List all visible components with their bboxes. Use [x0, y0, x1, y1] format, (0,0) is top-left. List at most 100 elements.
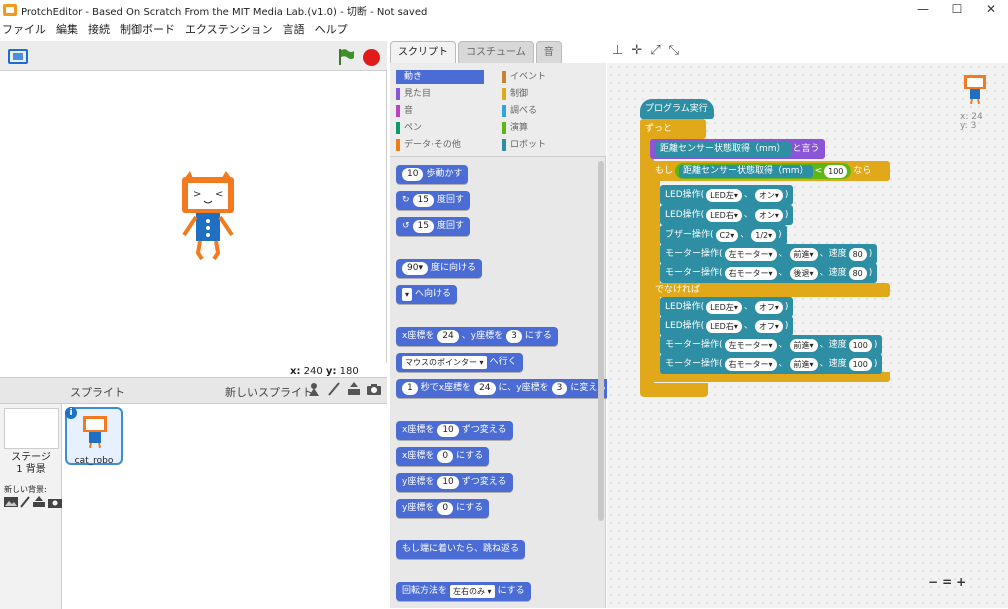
info-icon[interactable]: i	[65, 407, 77, 419]
block-rotation-style[interactable]: 回転方法を 左右のみ ▾ にする	[396, 582, 531, 601]
block-goto-xy[interactable]: x座標を 24 、y座標を 3 にする	[396, 327, 558, 346]
cat-robo-thumb-icon	[83, 416, 107, 449]
block-move-steps[interactable]: 10 歩動かす	[396, 165, 469, 184]
title-bar: ProtchEditor - Based On Scratch From the…	[0, 0, 1008, 20]
block-led-off-right[interactable]: LED操作(LED右▾、オフ▾)	[660, 316, 794, 336]
duplicate-icon[interactable]: ⊥	[612, 43, 623, 58]
grow-icon[interactable]: ⤢	[650, 43, 660, 58]
category-control[interactable]: 制御	[502, 87, 528, 101]
stage-canvas[interactable]: > <	[0, 71, 387, 363]
bg-library-icon[interactable]	[4, 496, 18, 508]
block-set-y[interactable]: y座標を 0 にする	[396, 499, 490, 518]
reporter-distance-sensor[interactable]: 距離センサー状態取得（mm）	[655, 141, 791, 157]
sprite-library-icon[interactable]	[306, 381, 322, 397]
reporter-distance-sensor-2[interactable]: 距離センサー状態取得（mm）	[679, 164, 813, 178]
new-bg-label: 新しい背景:	[4, 485, 47, 494]
block-motor-right-100[interactable]: モーター操作(右モーター▾、前進▾ 、速度 100)	[660, 354, 883, 374]
block-led-off-left[interactable]: LED操作(LED左▾、オフ▾)	[660, 297, 794, 317]
block-glide[interactable]: 1 秒でx座標を 24 に、y座標を 3 に変える	[396, 379, 613, 398]
block-change-y[interactable]: y座標を 10 ずつ変える	[396, 473, 513, 492]
block-say[interactable]: 距離センサー状態取得（mm） と言う	[650, 139, 825, 159]
block-less-than[interactable]: 距離センサー状態取得（mm） < 100	[675, 163, 852, 179]
menu-language[interactable]: 言語	[283, 21, 305, 37]
sprite-name: cat_robo	[74, 456, 114, 466]
palette-scrollbar[interactable]	[598, 161, 604, 521]
shrink-icon[interactable]: ⤡	[669, 43, 679, 58]
close-button[interactable]: ✕	[974, 0, 1008, 20]
category-looks[interactable]: 見た目	[396, 87, 431, 101]
delete-icon[interactable]: ✛	[631, 43, 642, 58]
category-motion[interactable]: 動き	[396, 70, 484, 84]
zoom-out-icon[interactable]: −	[928, 575, 938, 589]
block-buzzer[interactable]: ブザー操作(C2▾、 1/2▾)	[660, 225, 787, 245]
stage-selector[interactable]: ステージ 1 背景 新しい背景:	[0, 404, 62, 609]
block-turn-right[interactable]: ↻ 15 度回す	[396, 191, 471, 210]
menu-extension[interactable]: エクステンション	[185, 21, 273, 37]
menu-help[interactable]: ヘルプ	[315, 21, 348, 37]
menu-connect[interactable]: 接続	[88, 21, 110, 37]
tab-costumes[interactable]: コスチューム	[458, 41, 534, 63]
block-led-on-left[interactable]: LED操作(LED左▾、オン▾)	[660, 185, 794, 205]
stage-toolbar	[0, 41, 387, 71]
block-motor-left-100[interactable]: モーター操作(左モーター▾、前進▾ 、速度 100)	[660, 335, 883, 355]
block-led-on-right[interactable]: LED操作(LED右▾、オン▾)	[660, 205, 794, 225]
cursor-tools: ⊥ ✛ ⤢ ⤡	[612, 43, 679, 58]
sprite-coords: x: 24 y: 3	[960, 112, 983, 131]
paint-bg-icon[interactable]	[20, 496, 30, 508]
maximize-button[interactable]: ☐	[940, 0, 974, 20]
script-area[interactable]: プログラム実行 ずっと 距離センサー状態取得（mm） と言う もし 距離センサー…	[607, 63, 1008, 608]
block-motor-right-back[interactable]: モーター操作(右モーター▾、後退▾ 、速度 80)	[660, 263, 878, 283]
upload-sprite-icon[interactable]	[346, 381, 362, 397]
stage-thumbnail[interactable]	[4, 408, 59, 449]
block-point-towards[interactable]: ▾ へ向ける	[396, 285, 458, 304]
menu-file[interactable]: ファイル	[2, 21, 46, 37]
cat-robo-sprite[interactable]: > <	[176, 171, 246, 263]
block-set-x[interactable]: x座標を 0 にする	[396, 447, 490, 466]
tab-sounds[interactable]: 音	[535, 41, 562, 63]
menu-control-board[interactable]: 制御ボード	[120, 21, 175, 37]
category-pen[interactable]: ペン	[396, 121, 422, 135]
category-events[interactable]: イベント	[502, 70, 546, 84]
block-point-direction[interactable]: 90▾ 度に向ける	[396, 259, 482, 278]
block-program-start[interactable]: プログラム実行	[640, 99, 714, 119]
turn-left-icon: ↺	[402, 221, 410, 231]
category-data[interactable]: データ·その他	[396, 138, 461, 152]
camera-bg-icon[interactable]	[48, 496, 62, 508]
block-else-label: でなければ	[650, 283, 890, 297]
stage-label: ステージ	[11, 452, 51, 463]
category-robot[interactable]: ロボット	[502, 138, 546, 152]
upload-bg-icon[interactable]	[32, 496, 46, 508]
menu-edit[interactable]: 編集	[56, 21, 78, 37]
block-forever[interactable]: ずっと	[640, 119, 706, 139]
sprite-panel: スプライト 新しいスプライト: ステージ 1 背景 新しい背景: i cat_r…	[0, 377, 387, 609]
fullscreen-icon[interactable]	[8, 49, 28, 64]
turn-right-icon: ↻	[402, 195, 410, 205]
sprites-header: スプライト	[70, 386, 125, 399]
zoom-reset-icon[interactable]: =	[942, 575, 952, 589]
block-palette: 動き イベント 見た目 制御 音 調べる ペン 演算 データ·その他 ロボット …	[390, 63, 613, 608]
block-change-x[interactable]: x座標を 10 ずつ変える	[396, 421, 513, 440]
block-goto[interactable]: マウスのポインター ▾ へ行く	[396, 353, 523, 372]
paint-sprite-icon[interactable]	[326, 381, 342, 397]
stop-icon[interactable]	[363, 49, 380, 66]
block-turn-left[interactable]: ↺ 15 度回す	[396, 217, 471, 236]
block-motor-left-forward[interactable]: モーター操作(左モーター▾、前進▾ 、速度 80)	[660, 244, 878, 264]
window-title: ProtchEditor - Based On Scratch From the…	[21, 6, 428, 18]
block-if-else[interactable]: もし 距離センサー状態取得（mm） < 100 なら	[650, 161, 890, 181]
green-flag-icon[interactable]	[336, 47, 356, 67]
menu-bar: ファイル 編集 接続 制御ボード エクステンション 言語 ヘルプ	[0, 20, 1008, 38]
category-operators[interactable]: 演算	[502, 121, 528, 135]
block-bounce[interactable]: もし端に着いたら、跳ね返る	[396, 540, 526, 559]
category-list: 動き イベント 見た目 制御 音 調べる ペン 演算 データ·その他 ロボット	[390, 63, 606, 157]
camera-sprite-icon[interactable]	[366, 381, 382, 397]
zoom-in-icon[interactable]: +	[956, 575, 966, 589]
category-sensing[interactable]: 調べる	[502, 104, 537, 118]
category-sound[interactable]: 音	[396, 104, 413, 118]
svg-text:>: >	[193, 189, 201, 200]
forever-bottom	[640, 383, 708, 397]
svg-text:<: <	[215, 189, 223, 200]
minimize-button[interactable]: —	[906, 0, 940, 20]
stage-bg-count: 1 背景	[16, 464, 46, 475]
tab-scripts[interactable]: スクリプト	[390, 41, 456, 63]
new-sprite-label: 新しいスプライト:	[225, 386, 317, 399]
